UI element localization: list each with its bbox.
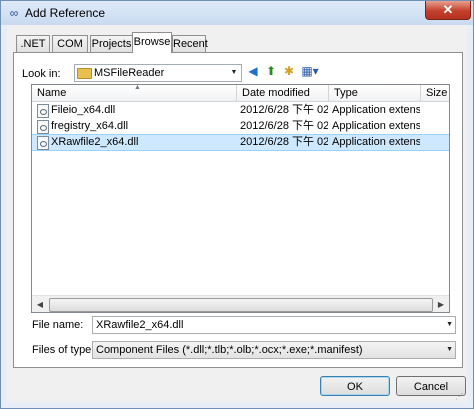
folder-icon bbox=[77, 68, 92, 79]
file-date-cell: 2012/6/28 下午 02:... bbox=[240, 104, 328, 116]
close-button[interactable]: ✕ bbox=[425, 1, 471, 20]
dialog-client: .NET COM Projects Browse Recent Look in:… bbox=[7, 25, 467, 402]
window-title: Add Reference bbox=[25, 6, 106, 20]
title-bar[interactable]: ∞ Add Reference ✕ bbox=[1, 1, 473, 25]
dll-file-icon bbox=[37, 136, 49, 150]
look-in-label: Look in: bbox=[22, 68, 61, 80]
scroll-left-icon[interactable]: ◀ bbox=[32, 296, 48, 312]
dll-file-icon bbox=[37, 104, 49, 118]
sort-up-icon: ▲ bbox=[134, 84, 141, 91]
column-header-name[interactable]: ▲ Name bbox=[32, 85, 237, 102]
table-row-selected[interactable]: XRawfile2_x64.dll 2012/6/28 下午 02:... Ap… bbox=[32, 134, 449, 151]
file-type-cell: Application extens... bbox=[332, 136, 420, 148]
back-arrow-icon[interactable]: ◀ bbox=[246, 64, 260, 78]
tab-browse[interactable]: Browse bbox=[132, 32, 172, 53]
file-date-cell: 2012/6/28 下午 02:... bbox=[240, 136, 328, 148]
file-name-input[interactable]: XRawfile2_x64.dll ▼ bbox=[92, 316, 456, 334]
column-header-date[interactable]: Date modified bbox=[237, 85, 329, 102]
file-name-cell: Fileio_x64.dll bbox=[51, 104, 116, 116]
file-date-cell: 2012/6/28 下午 02:... bbox=[240, 120, 328, 132]
column-label: Name bbox=[37, 87, 67, 99]
new-folder-icon[interactable]: ✱ bbox=[282, 64, 296, 78]
tab-dotnet[interactable]: .NET bbox=[16, 35, 50, 52]
table-row[interactable]: fregistry_x64.dll 2012/6/28 下午 02:... Ap… bbox=[32, 119, 449, 134]
resize-grip-icon[interactable]: ⋰ bbox=[455, 392, 465, 402]
chevron-down-icon[interactable]: ▼ bbox=[227, 65, 241, 81]
file-type-select[interactable]: Component Files (*.dll;*.tlb;*.olb;*.ocx… bbox=[92, 341, 456, 359]
tab-projects[interactable]: Projects bbox=[90, 35, 133, 52]
browse-panel: Look in: MSFileReader ▼ ◀ ⬆ ✱ ▦▾ ▲ Name … bbox=[13, 52, 463, 368]
file-type-cell: Application extens... bbox=[332, 104, 420, 116]
file-name-cell: XRawfile2_x64.dll bbox=[51, 136, 139, 148]
dll-file-icon bbox=[37, 120, 49, 134]
scroll-right-icon[interactable]: ▶ bbox=[433, 296, 449, 312]
chevron-down-icon[interactable]: ▼ bbox=[446, 317, 453, 333]
chevron-down-icon[interactable]: ▼ bbox=[446, 342, 453, 358]
look-in-value: MSFileReader bbox=[94, 67, 165, 79]
views-menu-icon[interactable]: ▦▾ bbox=[300, 64, 320, 78]
file-name-cell: fregistry_x64.dll bbox=[51, 120, 129, 132]
file-list: ▲ Name Date modified Type Size Fileio_x6… bbox=[31, 84, 450, 313]
column-header-type[interactable]: Type bbox=[329, 85, 421, 102]
horizontal-scrollbar[interactable]: ◀ ▶ bbox=[32, 295, 449, 312]
look-in-combo[interactable]: MSFileReader ▼ bbox=[74, 64, 242, 82]
file-type-value: Component Files (*.dll;*.tlb;*.olb;*.ocx… bbox=[96, 344, 363, 356]
visual-studio-icon: ∞ bbox=[9, 6, 19, 20]
file-name-value: XRawfile2_x64.dll bbox=[96, 319, 184, 331]
tab-recent[interactable]: Recent bbox=[172, 35, 208, 52]
file-type-label: Files of type: bbox=[32, 344, 95, 356]
scrollbar-thumb[interactable] bbox=[49, 298, 433, 312]
file-name-label: File name: bbox=[32, 319, 84, 331]
table-row[interactable]: Fileio_x64.dll 2012/6/28 下午 02:... Appli… bbox=[32, 103, 449, 118]
add-reference-window: ∞ Add Reference ✕ .NET COM Projects Brow… bbox=[0, 0, 474, 409]
tab-com[interactable]: COM bbox=[52, 35, 88, 52]
ok-button[interactable]: OK bbox=[320, 376, 390, 396]
up-folder-icon[interactable]: ⬆ bbox=[264, 64, 278, 78]
column-header-size[interactable]: Size bbox=[421, 85, 449, 102]
file-type-cell: Application extens... bbox=[332, 120, 420, 132]
